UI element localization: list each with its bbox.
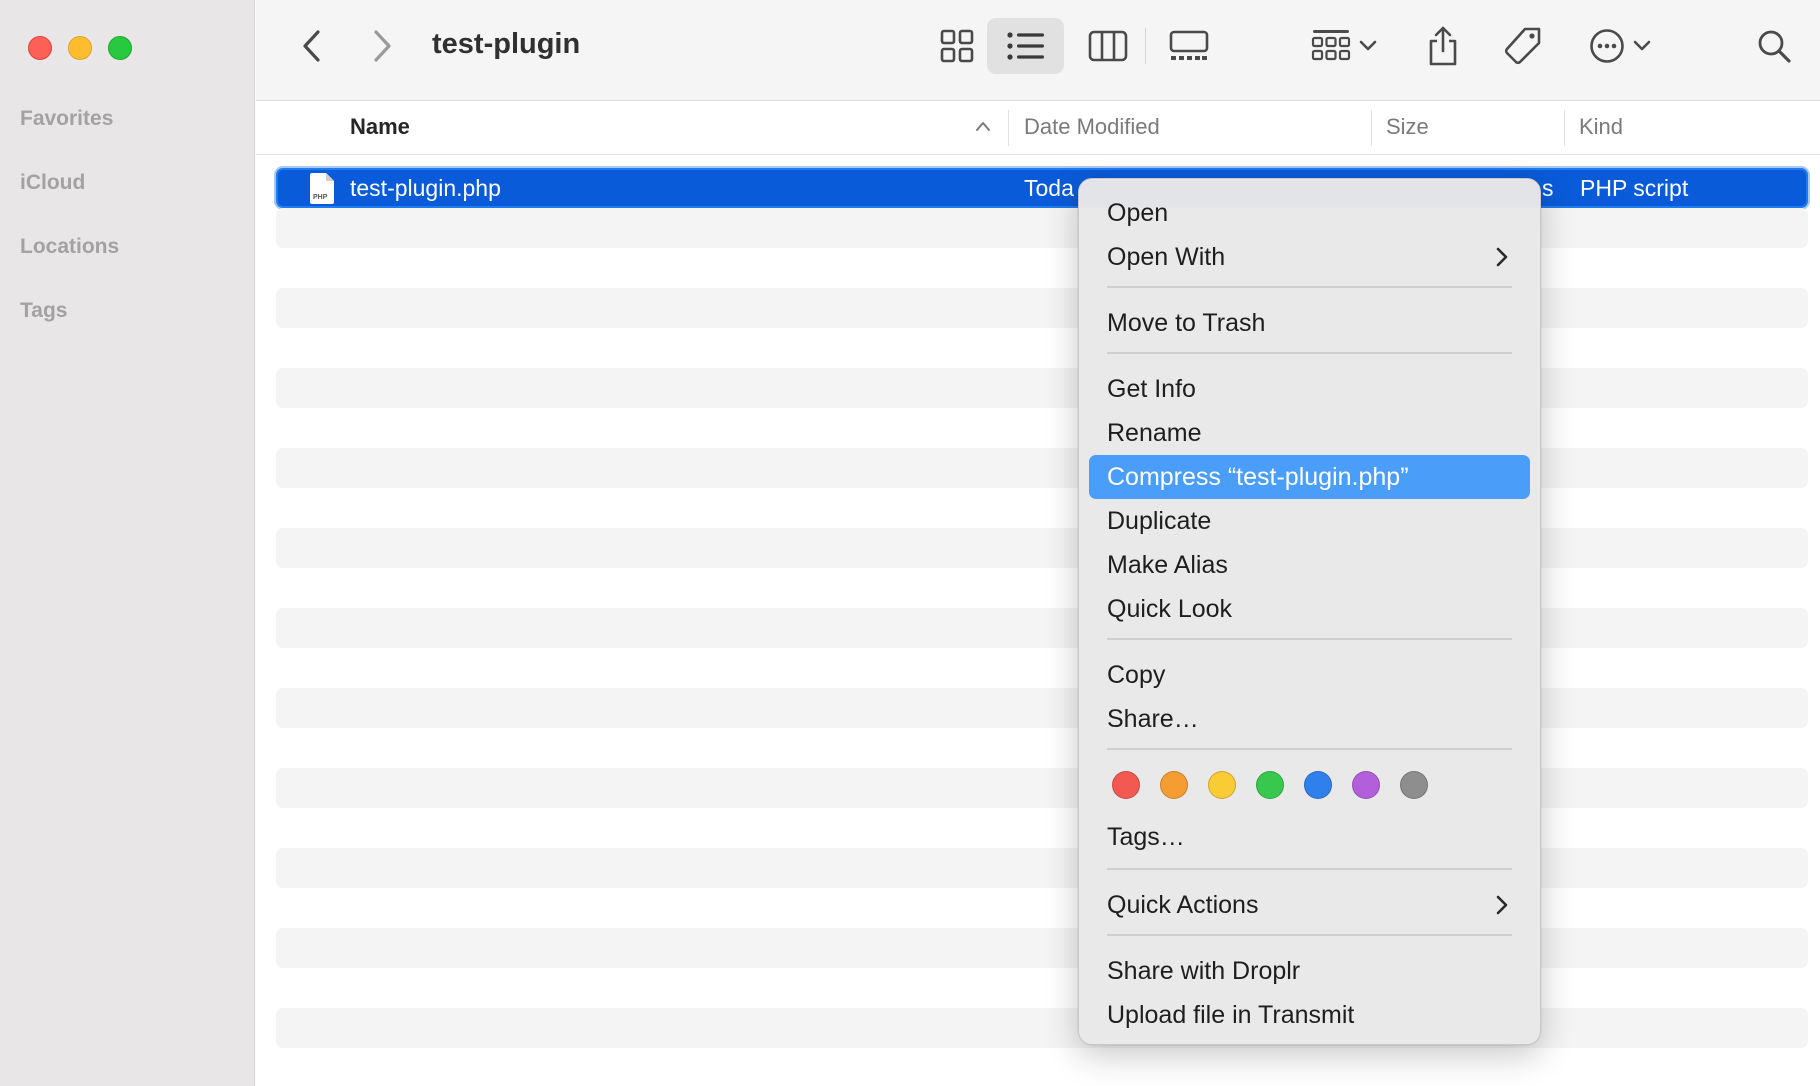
back-icon [303, 30, 320, 62]
menu-item-duplicate[interactable]: Duplicate [1089, 499, 1530, 543]
column-view-icon [1088, 30, 1128, 62]
context-menu: Open Open With Move to Trash Get Info Re… [1078, 178, 1541, 1045]
gallery-view-icon [1169, 30, 1209, 60]
menu-item-share-with-droplr[interactable]: Share with Droplr [1089, 949, 1530, 993]
file-date-modified: Toda [1024, 175, 1074, 201]
menu-item-move-to-trash[interactable]: Move to Trash [1089, 301, 1530, 345]
icon-view-button[interactable] [920, 18, 994, 74]
menu-item-copy[interactable]: Copy [1089, 653, 1530, 697]
sidebar-section-favorites[interactable]: Favorites [20, 107, 113, 131]
close-window-button[interactable] [28, 36, 52, 60]
column-date-modified[interactable]: Date Modified [1024, 114, 1160, 140]
menu-separator [1107, 352, 1512, 354]
empty-row [276, 448, 1808, 488]
file-row[interactable]: PHP test-plugin.php Toda s PHP script [276, 168, 1808, 208]
group-by-button[interactable] [1302, 18, 1386, 74]
empty-row [276, 688, 1808, 728]
forward-icon [374, 30, 391, 62]
menu-item-open[interactable]: Open [1089, 191, 1530, 235]
menu-separator [1107, 286, 1512, 288]
file-name: test-plugin.php [350, 175, 501, 201]
gallery-view-button[interactable] [1152, 18, 1226, 74]
column-header: Name Date Modified Size Kind [256, 102, 1820, 155]
column-size[interactable]: Size [1386, 114, 1429, 140]
column-divider[interactable] [1371, 110, 1372, 146]
more-icon [1590, 29, 1624, 63]
empty-row [276, 928, 1808, 968]
list-view-icon [1006, 32, 1044, 60]
menu-item-upload-transmit[interactable]: Upload file in Transmit [1089, 993, 1530, 1037]
tag-icon [1504, 27, 1541, 65]
sidebar-section-tags[interactable]: Tags [20, 299, 67, 323]
menu-item-compress[interactable]: Compress “test-plugin.php” [1089, 455, 1530, 499]
tag-color-red[interactable] [1112, 771, 1140, 799]
forward-button[interactable] [360, 24, 404, 68]
tag-color-green[interactable] [1256, 771, 1284, 799]
chevron-down-icon [1633, 40, 1651, 51]
tag-color-yellow[interactable] [1208, 771, 1236, 799]
file-size: s [1542, 175, 1554, 201]
empty-row [276, 368, 1808, 408]
menu-item-quick-actions[interactable]: Quick Actions [1089, 883, 1530, 927]
menu-item-quick-look[interactable]: Quick Look [1089, 587, 1530, 631]
menu-item-open-with[interactable]: Open With [1089, 235, 1530, 279]
empty-row [276, 208, 1808, 248]
tag-color-purple[interactable] [1352, 771, 1380, 799]
empty-row [276, 608, 1808, 648]
list-view-button[interactable] [987, 18, 1064, 74]
zoom-window-button[interactable] [108, 36, 132, 60]
toolbar-divider [1145, 28, 1146, 64]
sidebar: Favorites iCloud Locations Tags [0, 0, 255, 1086]
share-button[interactable] [1418, 18, 1468, 74]
tag-color-orange[interactable] [1160, 771, 1188, 799]
empty-row [276, 528, 1808, 568]
empty-row [276, 848, 1808, 888]
menu-item-make-alias[interactable]: Make Alias [1089, 543, 1530, 587]
more-actions-button[interactable] [1580, 18, 1660, 74]
window-title: test-plugin [432, 28, 581, 60]
edit-tags-button[interactable] [1494, 18, 1552, 74]
menu-item-get-info[interactable]: Get Info [1089, 367, 1530, 411]
menu-item-rename[interactable]: Rename [1089, 411, 1530, 455]
menu-separator [1107, 868, 1512, 870]
empty-row [276, 768, 1808, 808]
menu-separator [1107, 934, 1512, 936]
share-icon [1429, 26, 1457, 66]
toolbar: test-plugin [256, 0, 1820, 101]
minimize-window-button[interactable] [68, 36, 92, 60]
chevron-right-icon [1496, 247, 1508, 267]
menu-separator [1107, 638, 1512, 640]
php-file-icon: PHP [310, 173, 334, 204]
chevron-right-icon [1496, 895, 1508, 915]
tag-color-gray[interactable] [1400, 771, 1428, 799]
group-icon [1311, 30, 1351, 61]
empty-row [276, 288, 1808, 328]
sidebar-section-icloud[interactable]: iCloud [20, 171, 85, 195]
sort-ascending-icon[interactable] [974, 120, 992, 132]
chevron-down-icon [1359, 40, 1377, 51]
file-kind: PHP script [1580, 175, 1689, 201]
column-divider[interactable] [1564, 110, 1565, 146]
icon-view-icon [940, 29, 974, 63]
sidebar-section-locations[interactable]: Locations [20, 235, 119, 259]
tag-color-blue[interactable] [1304, 771, 1332, 799]
column-name[interactable]: Name [350, 114, 410, 140]
column-kind[interactable]: Kind [1579, 114, 1623, 140]
column-divider[interactable] [1008, 110, 1009, 146]
empty-row [276, 1008, 1808, 1048]
search-button[interactable] [1748, 18, 1800, 74]
menu-item-tags[interactable]: Tags… [1089, 815, 1530, 859]
column-view-button[interactable] [1070, 18, 1146, 74]
search-icon [1758, 30, 1791, 63]
back-button[interactable] [290, 24, 334, 68]
menu-item-share[interactable]: Share… [1089, 697, 1530, 741]
menu-separator [1107, 748, 1512, 750]
